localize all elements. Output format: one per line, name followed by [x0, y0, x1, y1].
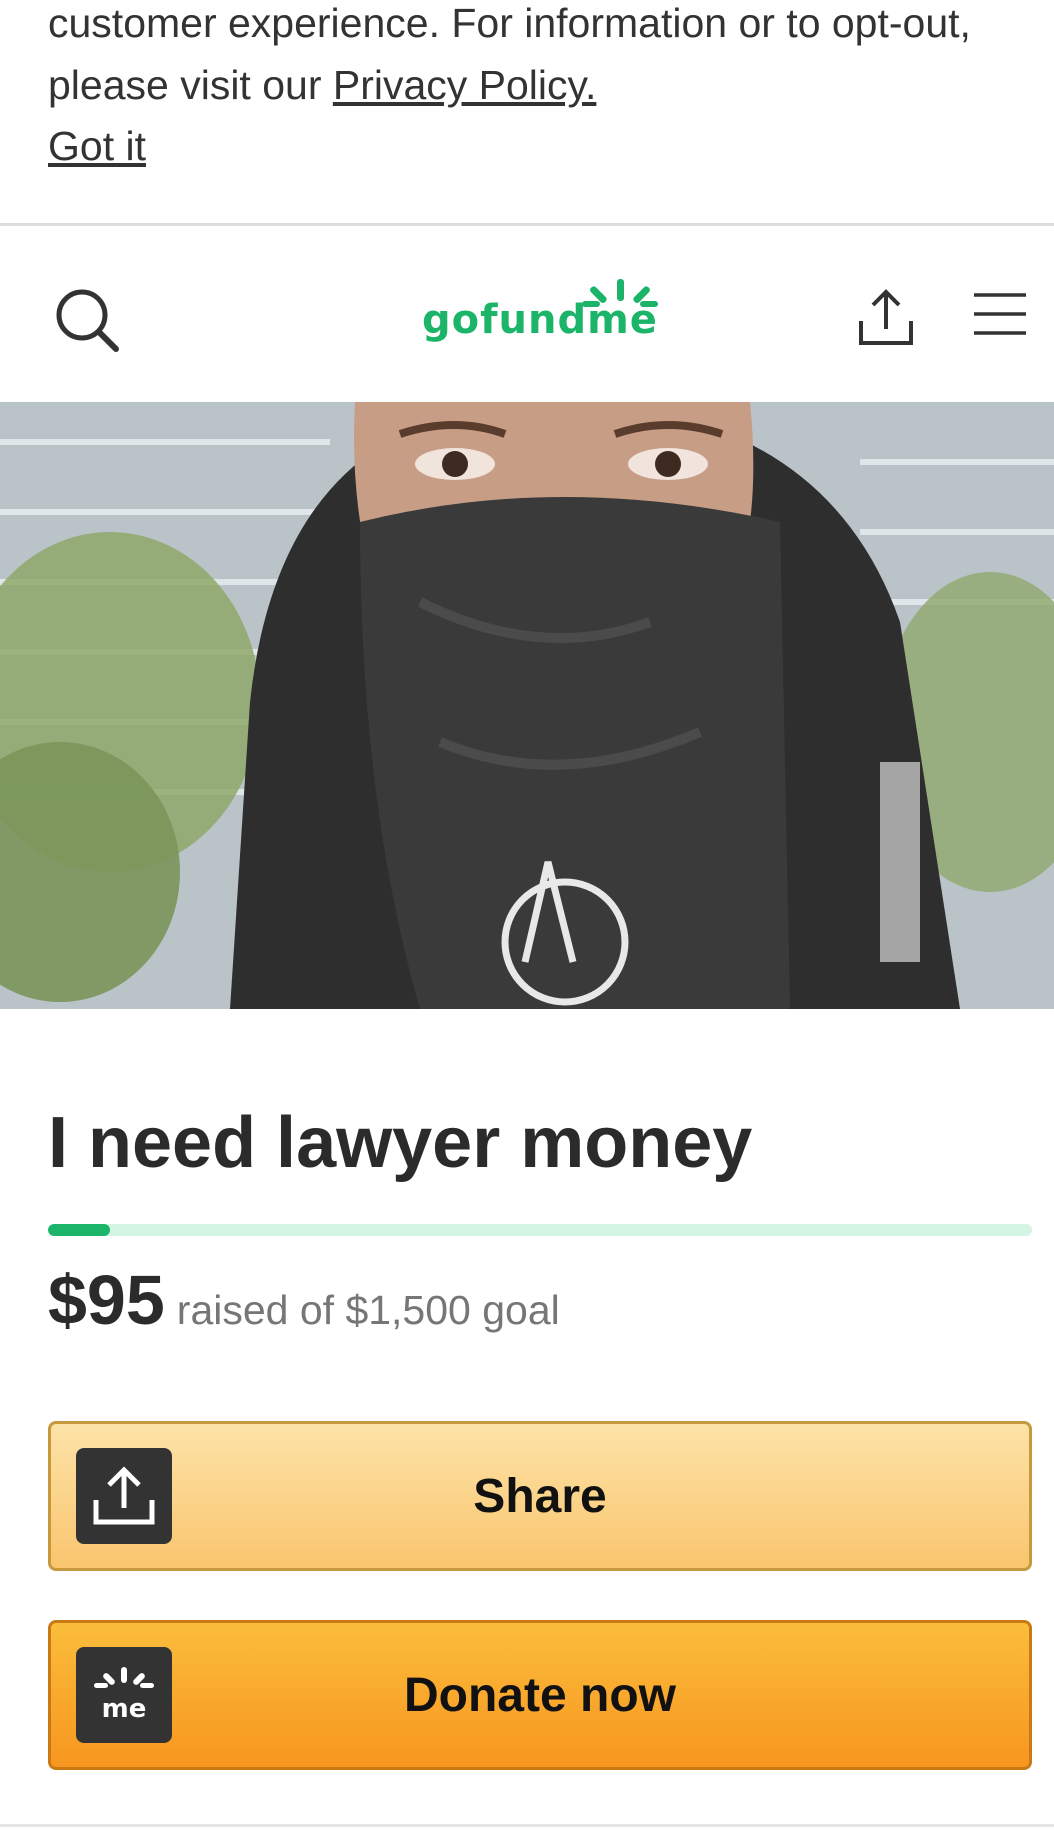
header-share-button[interactable] — [855, 285, 917, 349]
search-button[interactable] — [52, 285, 122, 355]
share-icon — [859, 289, 913, 345]
site-header: gofundme — [0, 229, 1054, 401]
cookie-banner: customer experience. For information or … — [0, 0, 1054, 226]
menu-button[interactable] — [970, 291, 1030, 337]
search-icon — [56, 289, 119, 352]
share-button[interactable]: Share — [48, 1421, 1032, 1571]
got-it-link[interactable]: Got it — [48, 115, 146, 177]
cookie-text: customer experience. For information or … — [48, 0, 1008, 116]
raised-amount: $95 — [48, 1261, 165, 1339]
goal-text: raised of $1,500 goal — [176, 1287, 560, 1333]
privacy-policy-link[interactable]: Privacy Policy. — [333, 62, 597, 108]
logo-burst-icon — [582, 279, 658, 307]
donate-label: Donate now — [404, 1668, 676, 1722]
campaign-photo — [0, 402, 1054, 1009]
gofundme-logo[interactable]: gofundme — [418, 279, 658, 349]
amount-row: $95 raised of $1,500 goal — [48, 1260, 560, 1340]
progress-fill — [48, 1224, 110, 1236]
hamburger-menu-icon — [974, 293, 1026, 335]
donate-now-button[interactable]: me Donate now — [48, 1620, 1032, 1770]
share-label: Share — [473, 1469, 607, 1523]
progress-bar — [48, 1224, 1032, 1236]
bottom-divider — [0, 1824, 1054, 1827]
campaign-title: I need lawyer money — [48, 1103, 753, 1183]
